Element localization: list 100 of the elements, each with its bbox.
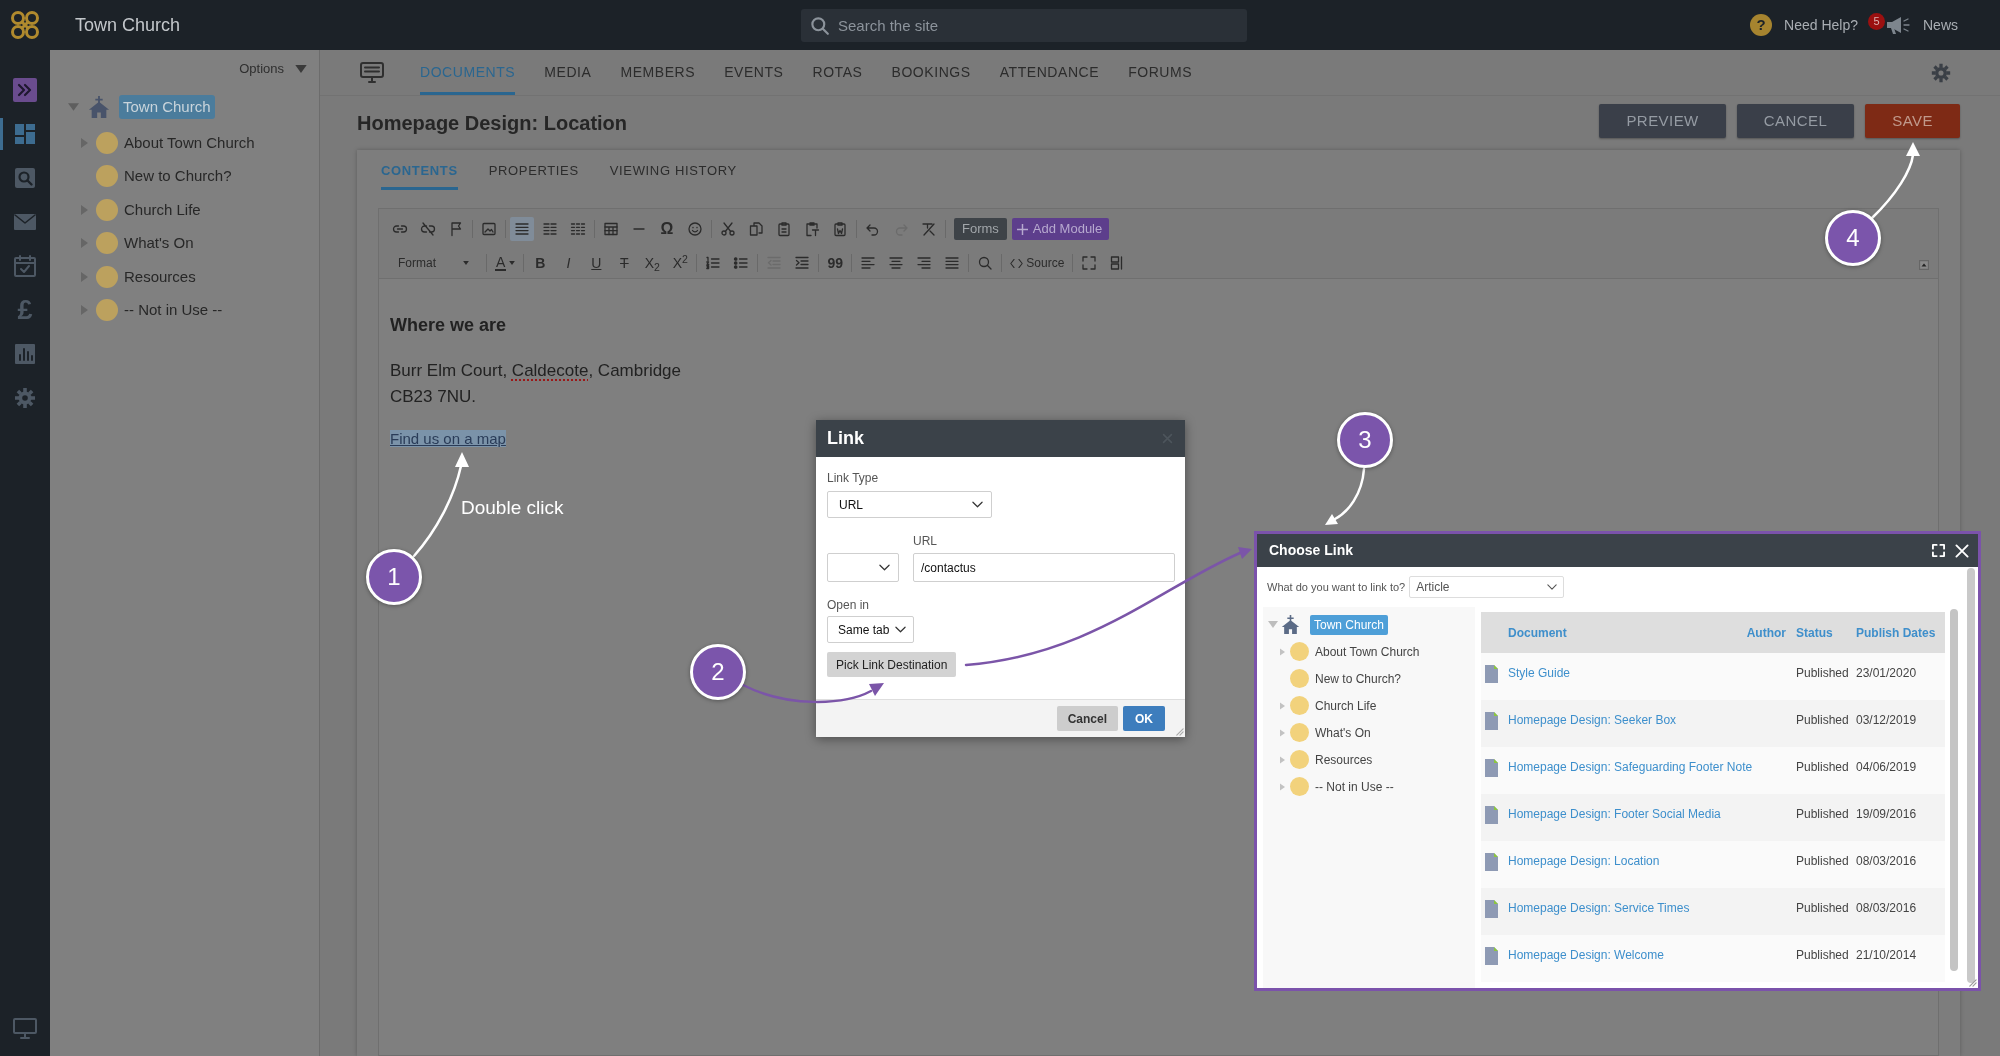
special-character-button[interactable]: Ω xyxy=(659,221,675,237)
resize-grip-icon[interactable] xyxy=(1968,978,1977,987)
column-header[interactable]: Author xyxy=(1738,623,1796,642)
tree-item[interactable]: What's On xyxy=(124,232,194,255)
link-kind-select[interactable]: Article xyxy=(1409,576,1565,598)
justify-icon[interactable] xyxy=(944,255,961,271)
align-right-icon[interactable] xyxy=(916,255,933,271)
smiley-icon[interactable] xyxy=(687,221,703,237)
nav-tab[interactable]: ROTAS xyxy=(812,50,863,95)
nav-tab[interactable]: FORUMS xyxy=(1128,50,1193,95)
tree-item[interactable]: -- Not in Use -- xyxy=(1315,777,1394,796)
caret-right-icon[interactable] xyxy=(1280,701,1285,710)
expand-sidebar-icon[interactable] xyxy=(13,78,37,102)
save-button[interactable]: SAVE xyxy=(1865,104,1960,138)
tree-item[interactable]: About Town Church xyxy=(124,131,255,154)
document-link[interactable]: Style Guide xyxy=(1508,666,1796,681)
caret-down-icon[interactable] xyxy=(68,103,79,111)
column-header[interactable]: Status xyxy=(1796,623,1856,642)
news-link[interactable]: News xyxy=(1923,14,1958,36)
strikethrough-button[interactable]: T xyxy=(616,255,633,271)
tree-item[interactable]: Town Church xyxy=(1310,614,1389,635)
monitor-icon[interactable] xyxy=(13,1018,37,1040)
ok-button[interactable]: OK xyxy=(1123,706,1165,731)
tree-item[interactable]: Resources xyxy=(124,265,196,288)
paste-icon[interactable] xyxy=(776,221,792,237)
column-header[interactable]: Publish Dates xyxy=(1856,623,1945,642)
align-left-icon[interactable] xyxy=(860,255,877,271)
tree-item[interactable]: What's On xyxy=(1315,723,1371,742)
indent-icon[interactable] xyxy=(794,255,811,271)
link-type-select[interactable]: URL xyxy=(827,491,992,518)
tree-item[interactable]: Church Life xyxy=(124,198,201,221)
subscript-button[interactable]: X$_{2}$ xyxy=(644,255,661,271)
caret-right-icon[interactable] xyxy=(1280,755,1285,764)
blockquote-button[interactable]: 99 xyxy=(827,255,844,271)
bold-button[interactable]: B xyxy=(532,255,549,271)
logo-icon[interactable] xyxy=(9,9,41,41)
tree-item[interactable]: About Town Church xyxy=(1315,642,1420,661)
settings-icon[interactable] xyxy=(13,386,37,410)
pick-link-destination-button[interactable]: Pick Link Destination xyxy=(827,652,957,677)
scrollbar[interactable] xyxy=(1967,568,1975,983)
search-field[interactable]: Search the site xyxy=(801,8,1247,42)
bullet-list-icon[interactable] xyxy=(733,255,750,271)
tree-item[interactable]: Resources xyxy=(1315,750,1373,769)
screen-icon[interactable] xyxy=(360,61,384,84)
tree-item[interactable]: New to Church? xyxy=(1315,669,1402,688)
calendar-icon[interactable] xyxy=(13,254,37,278)
paste-word-icon[interactable] xyxy=(832,221,848,237)
content-tab[interactable]: VIEWING HISTORY xyxy=(609,154,737,190)
three-column-icon[interactable] xyxy=(570,221,586,237)
chart-icon[interactable] xyxy=(13,342,37,366)
numbered-list-icon[interactable] xyxy=(705,255,722,271)
copy-icon[interactable] xyxy=(748,221,764,237)
table-icon[interactable] xyxy=(603,221,619,237)
tree-item[interactable]: -- Not in Use -- xyxy=(124,299,223,322)
document-link[interactable]: Homepage Design: Footer Social Media xyxy=(1508,807,1796,822)
scissors-icon[interactable] xyxy=(720,221,736,237)
search-icon[interactable] xyxy=(13,166,37,190)
document-link[interactable]: Homepage Design: Welcome xyxy=(1508,948,1796,963)
column-header[interactable]: Document xyxy=(1508,623,1738,642)
collapse-icon[interactable] xyxy=(1919,260,1929,270)
caret-down-icon[interactable] xyxy=(1268,621,1278,628)
document-link[interactable]: Homepage Design: Location xyxy=(1508,854,1796,869)
options-menu[interactable]: Options xyxy=(239,59,307,79)
source-button[interactable]: Source xyxy=(1010,254,1065,272)
add-module-button[interactable]: Add Module xyxy=(1011,218,1110,240)
document-link[interactable]: Homepage Design: Safeguarding Footer Note xyxy=(1508,760,1796,775)
unlink-icon[interactable] xyxy=(420,221,436,237)
tree-item[interactable]: Town Church xyxy=(119,94,215,120)
forms-button[interactable]: Forms xyxy=(954,218,1007,240)
nav-tab[interactable]: BOOKINGS xyxy=(891,50,971,95)
nav-tab[interactable]: EVENTS xyxy=(724,50,784,95)
help-icon[interactable]: ? xyxy=(1750,14,1773,36)
open-in-select[interactable]: Same tab xyxy=(827,616,914,643)
map-link[interactable]: Find us on a map xyxy=(390,430,506,447)
megaphone-icon[interactable] xyxy=(1885,14,1911,36)
image-icon[interactable] xyxy=(481,221,497,237)
url-field[interactable]: /contactus xyxy=(913,553,1175,582)
scrollbar[interactable] xyxy=(1950,609,1958,971)
flag-icon[interactable] xyxy=(448,221,464,237)
document-link[interactable]: Homepage Design: Service Times xyxy=(1508,901,1796,916)
underline-button[interactable]: U xyxy=(588,255,605,271)
pound-sign-icon[interactable]: £ xyxy=(13,298,37,322)
tree-item[interactable]: Church Life xyxy=(1315,696,1377,715)
two-column-icon[interactable] xyxy=(542,221,558,237)
dashboard-icon[interactable] xyxy=(13,122,37,146)
single-column-icon[interactable] xyxy=(510,217,534,241)
nav-tab[interactable]: MEDIA xyxy=(544,50,592,95)
resize-grip-icon[interactable] xyxy=(1175,727,1184,736)
superscript-button[interactable]: X$^{2}$ xyxy=(672,255,689,271)
nav-tab[interactable]: MEMBERS xyxy=(620,50,696,95)
help-link[interactable]: Need Help? xyxy=(1784,14,1858,36)
align-center-icon[interactable] xyxy=(888,255,905,271)
italic-button[interactable]: I xyxy=(560,255,577,271)
search-icon[interactable] xyxy=(977,255,994,271)
content-tab[interactable]: PROPERTIES xyxy=(488,154,579,190)
cancel-button[interactable]: Cancel xyxy=(1056,706,1118,731)
caret-right-icon[interactable] xyxy=(1280,728,1285,737)
format-dropdown[interactable]: Format xyxy=(389,254,478,272)
tree-item[interactable]: New to Church? xyxy=(124,165,232,188)
nav-tab[interactable]: ATTENDANCE xyxy=(999,50,1100,95)
